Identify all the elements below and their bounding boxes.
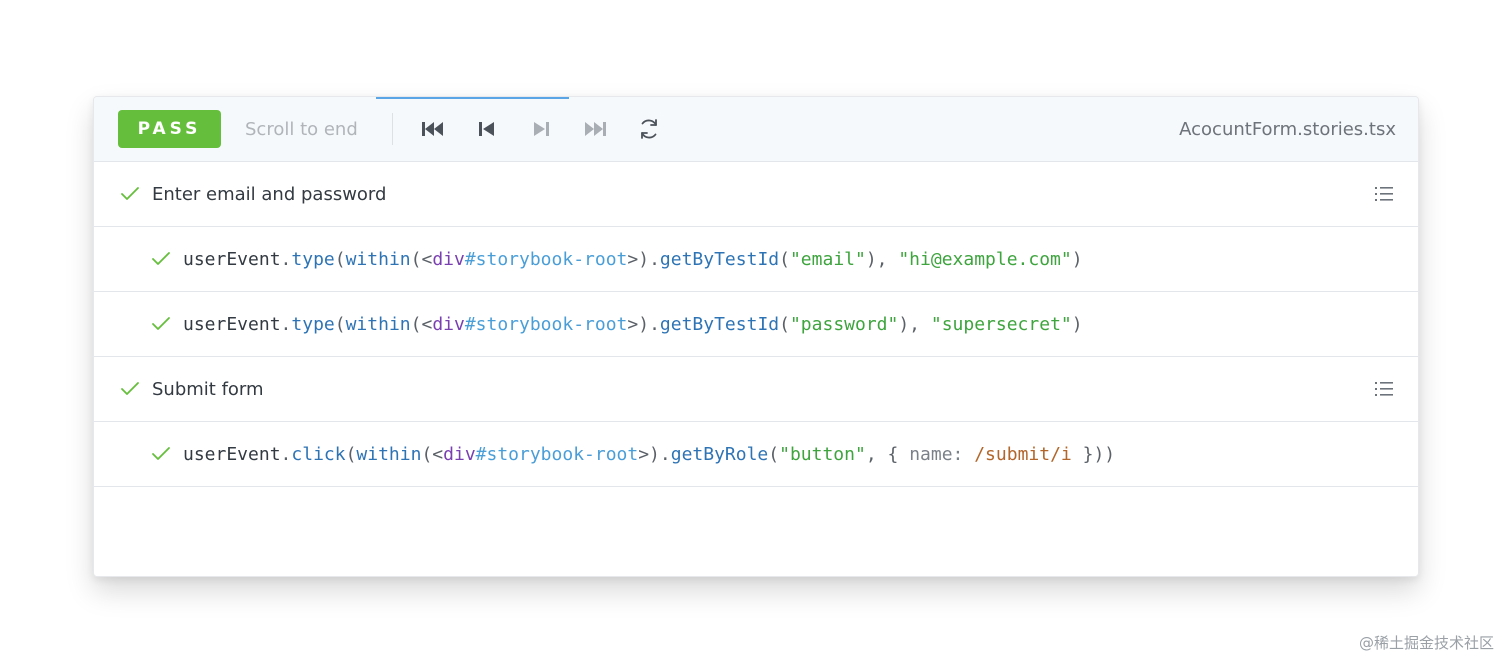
check-icon bbox=[121, 382, 139, 395]
rerun-button[interactable] bbox=[635, 115, 663, 143]
call-within: within bbox=[356, 443, 422, 465]
interactions-panel: PASS Scroll to end AcocuntForm.stories.t… bbox=[93, 96, 1419, 577]
call-object: userEvent bbox=[183, 313, 281, 335]
call-id: #storybook-root bbox=[464, 248, 628, 270]
step-label: Submit form bbox=[152, 378, 264, 400]
step-back-button[interactable] bbox=[473, 115, 501, 143]
toolbar-divider bbox=[391, 113, 393, 145]
call-id: #storybook-root bbox=[475, 443, 639, 465]
go-to-start-button[interactable] bbox=[419, 115, 447, 143]
step-forward-icon bbox=[533, 122, 549, 136]
interaction-step[interactable]: Submit form bbox=[94, 357, 1418, 422]
interactions-toolbar: PASS Scroll to end AcocuntForm.stories.t… bbox=[94, 97, 1418, 162]
list-icon[interactable] bbox=[1374, 184, 1394, 204]
check-icon bbox=[152, 317, 170, 330]
call-query: getByTestId bbox=[659, 313, 780, 335]
call-tag: div bbox=[443, 443, 476, 465]
rerun-icon bbox=[640, 119, 657, 139]
call-id: #storybook-root bbox=[464, 313, 628, 335]
call-within: within bbox=[345, 248, 411, 270]
call-code: userEvent.click(within(<div#storybook-ro… bbox=[183, 443, 1116, 465]
call-arg: "email" bbox=[789, 248, 866, 270]
scroll-to-end-button[interactable]: Scroll to end bbox=[245, 119, 358, 140]
interaction-call[interactable]: userEvent.type(within(<div#storybook-roo… bbox=[94, 227, 1418, 292]
call-tag: div bbox=[432, 248, 465, 270]
call-value: "supersecret" bbox=[930, 313, 1072, 335]
call-query: getByRole bbox=[670, 443, 769, 465]
check-icon bbox=[152, 447, 170, 460]
call-object: userEvent bbox=[183, 248, 281, 270]
list-icon[interactable] bbox=[1374, 379, 1394, 399]
go-to-end-icon bbox=[584, 122, 606, 136]
call-method: click bbox=[291, 443, 346, 465]
go-to-start-icon bbox=[421, 122, 443, 136]
step-label: Enter email and password bbox=[152, 183, 387, 205]
step-back-icon bbox=[478, 122, 494, 136]
call-arg: "button" bbox=[779, 443, 866, 465]
interaction-call[interactable]: userEvent.click(within(<div#storybook-ro… bbox=[94, 422, 1418, 487]
call-arg: "password" bbox=[789, 313, 899, 335]
call-code: userEvent.type(within(<div#storybook-roo… bbox=[183, 313, 1083, 335]
page: PASS Scroll to end AcocuntForm.stories.t… bbox=[0, 0, 1512, 671]
playback-controls bbox=[419, 115, 689, 143]
step-forward-button[interactable] bbox=[527, 115, 555, 143]
call-value: "hi@example.com" bbox=[898, 248, 1072, 270]
call-method: type bbox=[291, 313, 335, 335]
call-option-key: name: bbox=[909, 443, 964, 465]
interaction-step[interactable]: Enter email and password bbox=[94, 162, 1418, 227]
call-object: userEvent bbox=[183, 443, 281, 465]
check-icon bbox=[152, 252, 170, 265]
check-icon bbox=[121, 187, 139, 200]
story-filename: AcocuntForm.stories.tsx bbox=[1179, 118, 1396, 140]
call-query: getByTestId bbox=[659, 248, 780, 270]
interaction-call[interactable]: userEvent.type(within(<div#storybook-roo… bbox=[94, 292, 1418, 357]
call-option-value: /submit/i bbox=[974, 443, 1072, 465]
progress-indicator bbox=[376, 97, 569, 99]
call-tag: div bbox=[432, 313, 465, 335]
watermark: @稀土掘金技术社区 bbox=[1358, 634, 1494, 652]
call-method: type bbox=[291, 248, 335, 270]
call-within: within bbox=[345, 313, 411, 335]
call-code: userEvent.type(within(<div#storybook-roo… bbox=[183, 248, 1083, 270]
status-badge: PASS bbox=[118, 110, 221, 148]
go-to-end-button[interactable] bbox=[581, 115, 609, 143]
